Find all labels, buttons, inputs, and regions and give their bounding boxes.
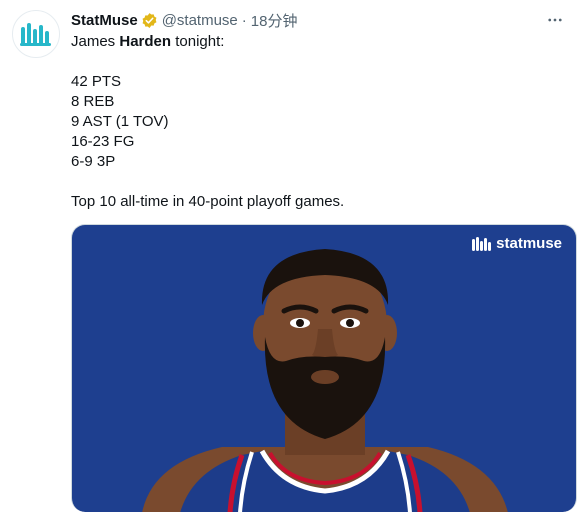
intro-suffix: tonight: bbox=[171, 33, 225, 50]
tweet-closing-line: Top 10 all-time in 40-point playoff game… bbox=[71, 193, 345, 210]
author-handle[interactable]: @statmuse bbox=[162, 12, 238, 29]
player-name: Harden bbox=[119, 33, 172, 50]
stat-line: 42 PTS bbox=[71, 73, 122, 90]
author-name[interactable]: StatMuse bbox=[71, 12, 138, 29]
stat-line: 16-23 FG bbox=[71, 133, 135, 150]
verified-badge-icon bbox=[141, 12, 158, 29]
statmuse-logo-icon bbox=[472, 236, 492, 251]
tweet-text: James Harden tonight: 42 PTS 8 REB 9 AST… bbox=[71, 32, 561, 212]
stat-line: 6-9 3P bbox=[71, 153, 116, 170]
statmuse-logo-icon bbox=[20, 23, 51, 46]
watermark-text: statmuse bbox=[496, 235, 562, 252]
tweet-media-image[interactable]: statmuse bbox=[71, 224, 577, 512]
avatar[interactable] bbox=[12, 10, 60, 58]
separator-dot: · bbox=[241, 11, 247, 29]
statmuse-watermark: statmuse bbox=[471, 235, 562, 252]
intro-prefix: James bbox=[71, 33, 120, 50]
stat-line: 8 REB bbox=[71, 93, 115, 110]
tweet-timestamp[interactable]: 18分钟 bbox=[251, 10, 298, 31]
more-options-icon bbox=[548, 18, 562, 22]
stat-line: 9 AST (1 TOV) bbox=[71, 113, 169, 130]
tweet-intro-line: James Harden tonight: bbox=[71, 32, 561, 52]
player-illustration bbox=[142, 249, 508, 512]
tweet-header: StatMuse @statmuse · 18分钟 bbox=[71, 10, 297, 30]
more-options-button[interactable] bbox=[543, 8, 567, 32]
